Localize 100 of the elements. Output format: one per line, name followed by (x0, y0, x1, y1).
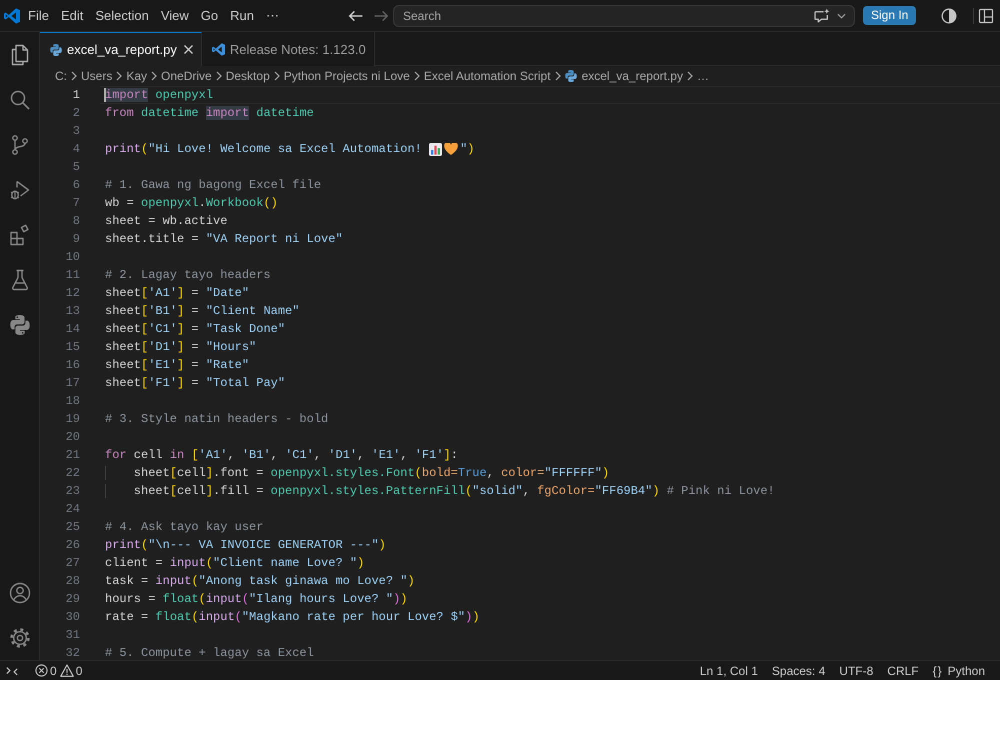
code-line: # 5. Compute + lagay sa Excel (105, 645, 314, 660)
menu-item[interactable]: View (154, 6, 195, 26)
language-mode-button[interactable]: {} Python (926, 661, 992, 680)
line-number: 1 (72, 87, 80, 104)
warning-icon (60, 664, 74, 677)
chevron-right-icon (116, 71, 122, 81)
code-line: hours = float(input("Ilang hours Love? ")) (105, 591, 408, 608)
line-number: 32 (64, 645, 80, 660)
status-item[interactable]: Spaces: 4 (764, 661, 832, 680)
code-line: sheet['F1'] = "Total Pay" (105, 375, 286, 392)
chevron-right-icon (554, 71, 561, 81)
line-number: 12 (64, 285, 80, 302)
line-number: 21 (64, 447, 80, 464)
code-line: sheet['C1'] = "Task Done" (105, 321, 286, 338)
code-line: sheet = wb.active (105, 213, 228, 230)
line-number: 22 (64, 465, 80, 482)
status-item[interactable]: Ln 1, Col 1 (692, 661, 765, 680)
breadcrumb-item[interactable]: … (696, 69, 709, 83)
remote-icon[interactable] (6, 666, 18, 676)
code-line: import openpyxl (105, 87, 214, 104)
line-number: 5 (72, 159, 80, 176)
line-number: 6 (72, 177, 80, 194)
line-number: 9 (72, 231, 80, 248)
line-number: 13 (64, 303, 80, 320)
code-line: from datetime import datetime (105, 105, 314, 122)
chevron-right-icon (686, 71, 693, 81)
line-number: 17 (64, 375, 80, 392)
menu-item[interactable]: File (22, 6, 55, 26)
python-file-icon (50, 44, 62, 56)
extensions-icon[interactable] (8, 222, 32, 246)
line-number: 26 (64, 537, 80, 554)
breadcrumb-item[interactable]: C: (55, 69, 67, 83)
error-icon (35, 664, 48, 677)
menu-item[interactable]: Edit (54, 6, 90, 26)
menu-item[interactable]: ⋯ (260, 6, 285, 26)
breadcrumb-item[interactable]: Users (81, 69, 112, 83)
line-number: 20 (64, 429, 80, 446)
line-number: 4 (72, 141, 80, 158)
text-cursor (104, 88, 106, 102)
code-line: print("\n--- VA INVOICE GENERATOR ---") (105, 537, 386, 554)
line-number: 31 (64, 627, 80, 644)
line-number: 30 (64, 609, 80, 626)
breadcrumb-item[interactable]: Python Projects ni Love (284, 69, 410, 83)
code-line: sheet[cell].fill = openpyxl.styles.PatternFill("solid", fgColor="FF69B4") # Pink ni Love! (105, 482, 775, 500)
bar-chart-icon (429, 142, 442, 156)
problems-button[interactable]: 0 0 (35, 661, 86, 680)
settings-gear-icon[interactable] (8, 626, 32, 650)
line-number: 18 (64, 393, 80, 410)
heart-icon (444, 143, 458, 155)
code-line: sheet['A1'] = "Date" (105, 285, 250, 302)
code-line: task = input("Anong task ginawa mo Love? ") (105, 573, 415, 590)
app-logo-icon (212, 42, 225, 56)
line-number: 7 (72, 195, 80, 212)
code-line: sheet.title = "VA Report ni Love" (105, 231, 343, 248)
line-number: 29 (64, 591, 80, 608)
menu-item[interactable]: Go (194, 6, 224, 26)
python-icon[interactable] (8, 312, 32, 336)
breadcrumb-item[interactable]: Kay (126, 69, 148, 83)
code-line: # 3. Style natin headers - bold (105, 411, 328, 428)
code-line: # 1. Gawa ng bagong Excel file (105, 177, 322, 194)
line-number: 25 (64, 519, 80, 536)
breadcrumb-item[interactable]: excel_va_report.py (564, 69, 683, 83)
back-arrow-icon[interactable] (348, 10, 363, 22)
chevron-right-icon (151, 71, 158, 81)
line-number: 24 (64, 501, 80, 518)
code-line: # 2. Lagay tayo headers (105, 267, 271, 284)
menu-item[interactable]: Run (224, 6, 260, 26)
code-line: for cell in ['A1', 'B1', 'C1', 'D1', 'E1', 'F1']: (105, 447, 458, 464)
menu-item[interactable]: Selection (89, 6, 155, 26)
chevron-right-icon (414, 71, 420, 81)
line-number: 11 (64, 267, 80, 284)
sign-in-button[interactable]: Sign In (863, 6, 916, 25)
status-item[interactable]: CRLF (880, 661, 926, 680)
app-logo-icon (4, 8, 20, 24)
status-item[interactable]: UTF-8 (832, 661, 880, 680)
breadcrumb-item[interactable]: Desktop (226, 69, 270, 83)
panel-layout-icon[interactable] (978, 8, 994, 24)
close-icon[interactable] (184, 45, 193, 54)
chevron-right-icon (216, 71, 222, 81)
line-number: 16 (64, 357, 80, 374)
line-number: 15 (64, 339, 80, 356)
line-number: 27 (64, 555, 80, 572)
account-icon[interactable] (8, 580, 32, 604)
chevron-right-icon (274, 71, 280, 81)
code-line: rate = float(input("Magkano rate per hour Love? $")) (105, 609, 480, 626)
line-number: 14 (64, 321, 80, 338)
code-line: # 4. Ask tayo kay user (105, 519, 264, 536)
code-line: wb = openpyxl.Workbook() (105, 195, 278, 212)
code-line: client = input("Client name Love? ") (105, 555, 364, 572)
half-filled-circle-icon[interactable] (941, 8, 958, 24)
line-number: 28 (64, 573, 80, 590)
code-line: print("Hi Love! Welcome sa Excel Automation! (105, 141, 423, 158)
breadcrumb-item[interactable]: Excel Automation Script (424, 69, 551, 83)
editor-tab[interactable]: Release Notes: 1.123.0 (202, 32, 375, 66)
code-line: sheet['D1'] = "Hours" (105, 339, 256, 356)
line-number: 3 (72, 123, 80, 140)
code-line: sheet['E1'] = "Rate" (105, 357, 250, 374)
line-number: 2 (72, 105, 80, 122)
editor-tab[interactable]: excel_va_report.py (40, 32, 202, 66)
breadcrumb-item[interactable]: OneDrive (161, 69, 212, 83)
